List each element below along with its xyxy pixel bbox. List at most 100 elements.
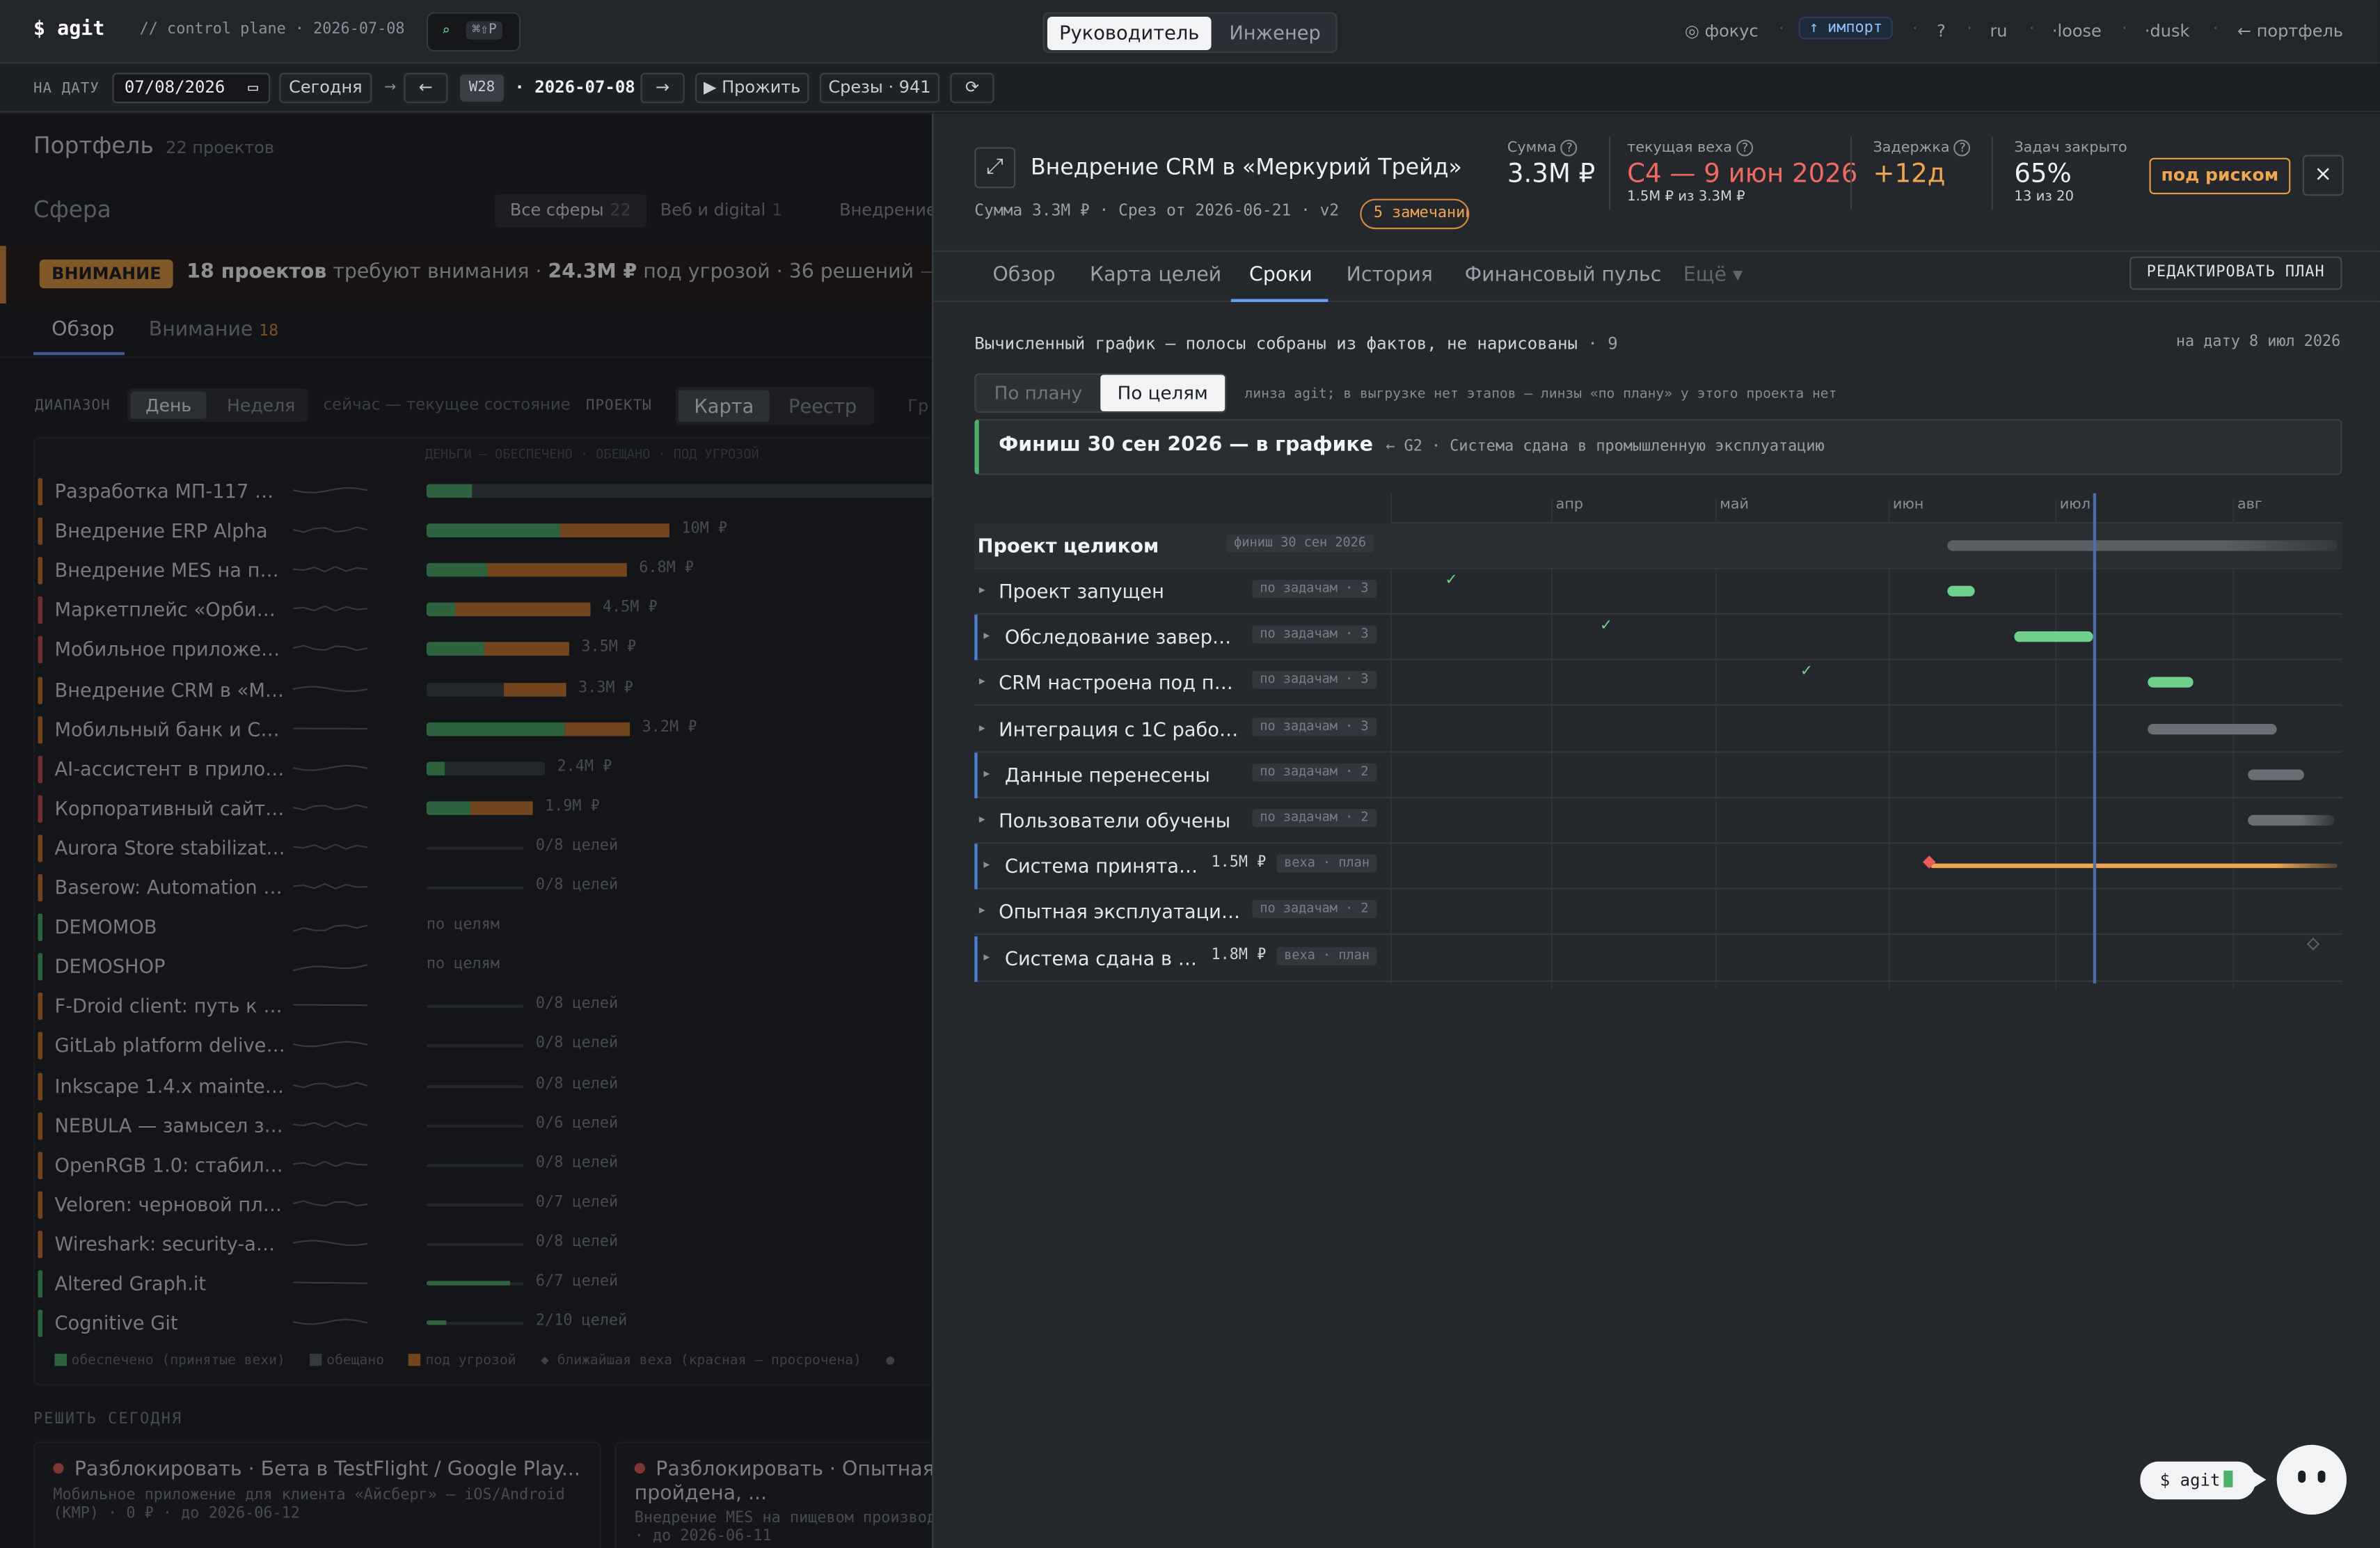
view-registry-button[interactable]: Реестр [776,390,870,422]
divider [1608,136,1611,210]
tab-more[interactable]: Ещё ▾ [1683,264,1743,287]
project-row[interactable]: Мобильный банк и СБ... 3.2M ₽ [35,710,932,750]
project-row[interactable]: DEMOSHOP по целям [35,947,932,987]
play-button[interactable]: ▶ Прожить [695,72,809,104]
expand-row-icon[interactable]: ▸ [983,858,990,871]
project-row[interactable]: Маркетплейс «Орбита ... 4.5M ₽ [35,591,932,631]
tab-goal-map[interactable]: Карта целей [1090,264,1221,287]
gantt-row[interactable]: ▸ Пользователи обучены по задачам · 2 [974,798,1390,844]
risk-badge[interactable]: под риском [2149,157,2291,195]
gantt-row[interactable]: ▸ Данные перенесены по задачам · 2 [974,752,1390,798]
gantt-row[interactable]: ▸ Система принята в... 1.5M ₽ веха · план [974,844,1390,890]
view-switch: Карта Реестр [675,386,875,425]
project-row[interactable]: Altered Graph.it 6/7 целей [35,1264,932,1304]
status-stripe [38,676,43,704]
expand-row-icon[interactable]: ▸ [979,583,985,597]
goal-count: 0/8 целей [535,1233,619,1251]
gantt-row[interactable]: ▸ Система сдана в п... 1.8M ₽ веха · план [974,935,1390,981]
focus-toggle[interactable]: ◎ фокус [1685,22,1759,41]
decision-card[interactable]: Разблокировать · Бета в TestFlight / Goo… [33,1442,601,1548]
project-row[interactable]: Разработка МП-117 — ... [35,472,933,512]
expand-row-icon[interactable]: ▸ [983,629,990,642]
filter-implementation[interactable]: Внедрение [824,194,932,228]
tab-overview[interactable]: Обзор [51,319,114,342]
project-row[interactable]: Cognitive Git 2/10 целей [35,1304,932,1343]
range-day-button[interactable]: День [130,391,207,419]
project-row[interactable]: Inkscape 1.4.x mainten... 0/8 целей [35,1066,932,1106]
gantt-row[interactable]: ▸ Проект запущен по задачам · 3 [974,569,1390,615]
command-palette-button[interactable]: ⌕ ⌘⇧P [426,12,521,52]
project-row[interactable]: OpenRGB 1.0: стабили... 0/8 целей [35,1146,932,1185]
date-input[interactable]: 07/08/2026 ▭ [112,72,271,104]
project-row[interactable]: F-Droid client: путь к 2.0 0/8 целей [35,987,932,1027]
range-week-button[interactable]: Неделя [219,392,303,419]
money-secured-bar [426,484,473,498]
today-button[interactable]: Сегодня [279,72,372,104]
project-name: Внедрение ERP Alpha [54,519,268,542]
import-button[interactable]: ↑ импорт [1798,16,1894,40]
back-to-portfolio-link[interactable]: ← портфель [2237,22,2343,41]
remarks-badge[interactable]: 5 замечаний [1360,198,1470,230]
project-row[interactable]: Wireshark: security-audi... 0/8 целей [35,1224,932,1264]
project-row[interactable]: GitLab platform delivery... 0/8 целей [35,1027,932,1066]
breadcrumb: // control plane · 2026-07-08 [139,21,405,38]
project-row[interactable]: NEBULA — замысел за ... 0/6 целей [35,1106,932,1146]
view-map-button[interactable]: Карта [678,390,770,422]
project-row[interactable]: Мобильное приложени... 3.5M ₽ [35,631,932,670]
project-row[interactable]: DEMOMOB по целям [35,908,932,947]
brand-logo[interactable]: $ agit [33,18,104,41]
close-icon[interactable]: × [2302,155,2344,196]
edit-plan-button[interactable]: РЕДАКТИРОВАТЬ ПЛАН [2129,256,2342,290]
project-row[interactable]: AI-ассистент в прилож... 2.4M ₽ [35,749,932,789]
expand-row-icon[interactable]: ▸ [983,949,990,963]
assistant-avatar[interactable] [2276,1444,2347,1515]
project-row[interactable]: Внедрение CRM в «Ме... 3.3M ₽ [35,670,932,710]
expand-row-icon[interactable]: ▸ [979,674,985,688]
lens-plan-button[interactable]: По плану [976,375,1100,411]
group-button[interactable]: Гр [907,396,928,416]
project-row[interactable]: Aurora Store stabilizatio... 0/8 целей [35,828,932,868]
gantt-row-whole[interactable]: Проект целиком финиш 30 сен 2026 [974,523,1390,569]
tab-attention[interactable]: Внимание 18 [149,319,278,342]
tab-history[interactable]: История [1347,264,1433,287]
role-manager-button[interactable]: Руководитель [1047,16,1212,50]
slices-button[interactable]: Срезы · 941 [819,72,940,104]
expand-row-icon[interactable]: ▸ [983,766,990,780]
next-week-button[interactable]: → [640,72,685,104]
role-engineer-button[interactable]: Инженер [1214,17,1335,50]
legend-secured: обеспечено (принятые вехи) [71,1353,285,1369]
filter-all-spheres[interactable]: Все сферы 22 [495,194,646,228]
expand-icon[interactable]: ⤢ [974,147,1016,189]
eye-icon [2317,1470,2326,1483]
language-toggle[interactable]: ru [1990,22,2007,41]
theme-toggle[interactable]: ·dusk [2145,22,2189,41]
expand-row-icon[interactable]: ▸ [979,903,985,917]
project-row[interactable]: Корпоративный сайт и... 1.9M ₽ [35,789,932,828]
help-icon[interactable]: ? [1736,139,1754,157]
mode-toggle[interactable]: ·loose [2052,22,2102,41]
help-button[interactable]: ? [1937,22,1946,41]
project-row[interactable]: Внедрение MES на пи... 6.8M ₽ [35,551,932,591]
tab-overview[interactable]: Обзор [992,264,1055,287]
tab-finance-pulse[interactable]: Финансовый пульс [1465,264,1662,287]
gantt-row[interactable]: ▸ Обследование заверше... по задачам · 3 [974,615,1390,661]
project-row[interactable]: Veloren: черновой пла... 0/7 целей [35,1185,932,1224]
project-row[interactable]: Внедрение ERP Alpha 10M ₽ [35,512,932,551]
project-row[interactable]: Baserow: Automation v... 0/8 целей [35,868,932,908]
agit-assistant-bubble[interactable]: $ agit [2140,1461,2267,1500]
help-icon[interactable]: ? [1561,139,1578,157]
gantt-row[interactable]: ▸ CRM настроена под про... по задачам · 3 [974,661,1390,706]
prev-week-button[interactable]: ← [404,72,448,104]
attention-banner[interactable]: ВНИМАНИЕ 18 проектов требуют внимания · … [0,246,933,304]
expand-row-icon[interactable]: ▸ [979,720,985,734]
lens-goals-button[interactable]: По целям [1100,374,1225,411]
expand-row-icon[interactable]: ▸ [979,812,985,826]
filter-web-digital[interactable]: Веб и digital 1 [645,194,798,228]
gantt-track: ✓ [1390,661,2342,706]
decision-card[interactable]: Разблокировать · Опытная э пройдена, ... … [614,1442,933,1548]
refresh-button[interactable]: ⟳ [950,72,994,104]
help-icon[interactable]: ? [1954,139,1972,157]
gantt-row[interactable]: ▸ Интеграция с 1С работа... по задачам · 3 [974,706,1390,752]
tab-timeline[interactable]: Сроки [1249,264,1312,287]
gantt-row[interactable]: ▸ Опытная эксплуатация ... по задачам · 2 [974,890,1390,935]
